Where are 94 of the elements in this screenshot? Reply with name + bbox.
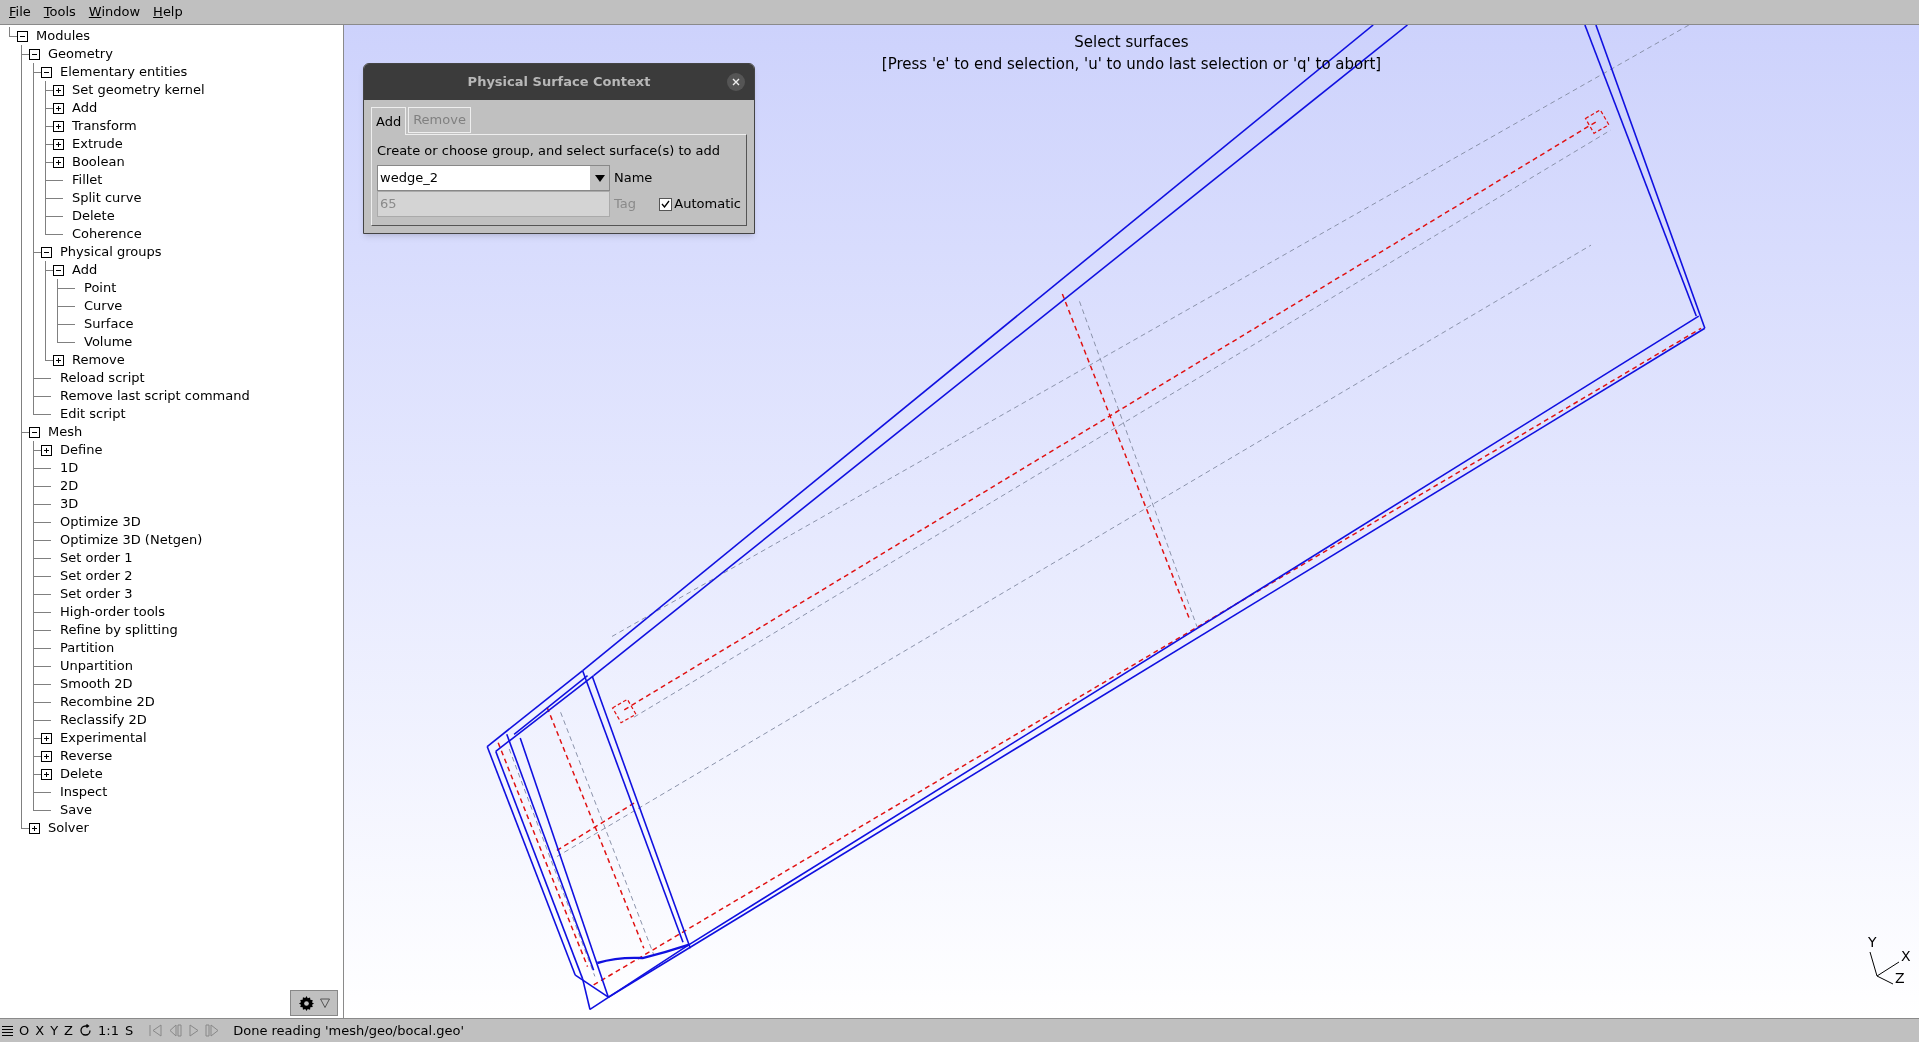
tree-item[interactable]: Set order 3 xyxy=(60,584,133,604)
tree-item[interactable]: Point xyxy=(84,278,117,298)
tree-item[interactable]: Delete xyxy=(72,206,115,226)
tree-item[interactable]: Extrude xyxy=(72,134,123,154)
name-combo-box[interactable]: wedge_2 xyxy=(377,165,610,191)
tree-item[interactable]: Transform xyxy=(72,116,137,136)
checkbox[interactable] xyxy=(659,197,673,211)
tree-item[interactable]: 2D xyxy=(60,476,79,496)
tree-item[interactable]: Experimental xyxy=(60,728,147,748)
tree-item[interactable]: Elementary entities xyxy=(60,62,188,82)
tree-item[interactable]: Remove last script command xyxy=(60,386,250,406)
expand-toggle[interactable] xyxy=(41,750,52,762)
gear-icon xyxy=(298,995,314,1011)
view-button[interactable]: Y xyxy=(50,1020,59,1041)
expand-toggle[interactable] xyxy=(29,426,40,438)
menu-item[interactable]: Help xyxy=(149,2,187,22)
tree-item[interactable]: Mesh xyxy=(48,422,83,442)
menu-icon[interactable] xyxy=(2,1024,13,1037)
axis-label: X xyxy=(1901,947,1911,966)
expand-toggle[interactable] xyxy=(53,156,64,168)
tree-item[interactable]: Partition xyxy=(60,638,115,658)
tree-item[interactable]: Fillet xyxy=(72,170,103,190)
tree-item[interactable]: Save xyxy=(60,800,92,820)
view-button[interactable]: S xyxy=(124,1020,134,1041)
expand-toggle[interactable] xyxy=(41,444,52,456)
menu-item[interactable]: Window xyxy=(84,2,145,22)
dropdown-button[interactable] xyxy=(590,166,609,190)
view-button[interactable]: 1:1 xyxy=(98,1020,119,1041)
view-button[interactable]: X xyxy=(35,1020,45,1041)
tree-item[interactable]: Set geometry kernel xyxy=(72,80,205,100)
tree-item[interactable]: Modules xyxy=(36,26,91,46)
axis-label: Y xyxy=(1868,933,1877,952)
expand-toggle[interactable] xyxy=(29,48,40,60)
expand-toggle[interactable] xyxy=(53,264,64,276)
tree-item[interactable]: Set order 2 xyxy=(60,566,133,586)
dialog-tab[interactable]: Add xyxy=(371,107,407,135)
close-icon xyxy=(732,78,740,86)
field-label: Name xyxy=(614,169,653,188)
expand-toggle[interactable] xyxy=(41,246,52,258)
tree-item[interactable]: Reclassify 2D xyxy=(60,710,147,730)
checkbox-label: Automatic xyxy=(674,195,741,214)
tree-item[interactable]: Surface xyxy=(84,314,134,334)
tree-item[interactable]: Reload script xyxy=(60,368,145,388)
expand-toggle[interactable] xyxy=(41,732,52,744)
tree-item[interactable]: Define xyxy=(60,440,103,460)
menu-item[interactable]: Tools xyxy=(39,2,80,22)
check-icon xyxy=(661,200,671,208)
tree-item[interactable]: Set order 1 xyxy=(60,548,133,568)
tree-item[interactable]: Split curve xyxy=(72,188,142,208)
settings-button[interactable] xyxy=(290,990,338,1016)
tree-item[interactable]: Boolean xyxy=(72,152,125,172)
axis-label: Z xyxy=(1895,969,1905,988)
menu-item[interactable]: File xyxy=(5,2,35,22)
selection-message: Select surfaces xyxy=(1074,32,1189,53)
tree-item[interactable]: Unpartition xyxy=(60,656,133,676)
close-button[interactable] xyxy=(727,73,745,91)
tree-item[interactable]: Reverse xyxy=(60,746,113,766)
expand-toggle[interactable] xyxy=(41,768,52,780)
tree-item[interactable]: Refine by splitting xyxy=(60,620,178,640)
tree-item[interactable]: 1D xyxy=(60,458,79,478)
tree-item[interactable]: Inspect xyxy=(60,782,108,802)
tree-item[interactable]: Smooth 2D xyxy=(60,674,133,694)
expand-toggle[interactable] xyxy=(29,822,40,834)
expand-toggle[interactable] xyxy=(53,354,64,366)
tree-item[interactable]: Curve xyxy=(84,296,123,316)
tree-item[interactable]: Optimize 3D (Netgen) xyxy=(60,530,203,550)
tree-item[interactable]: Optimize 3D xyxy=(60,512,141,532)
view-button[interactable]: Z xyxy=(64,1020,73,1041)
expand-toggle[interactable] xyxy=(53,84,64,96)
view-button[interactable]: O xyxy=(19,1020,30,1041)
rotate-icon[interactable] xyxy=(79,1024,92,1037)
tree-item[interactable]: Volume xyxy=(84,332,133,352)
instruction-text: Create or choose group, and select surface(s) to add xyxy=(377,141,722,160)
triangle-down-icon xyxy=(319,998,330,1008)
tree-item[interactable]: Coherence xyxy=(72,224,142,244)
expand-toggle[interactable] xyxy=(53,138,64,150)
tree-item[interactable]: Geometry xyxy=(48,44,113,64)
tree-item[interactable]: Add xyxy=(72,260,98,280)
status-message: Done reading 'mesh/geo/bocal.geo' xyxy=(233,1021,465,1040)
tree-item[interactable]: High-order tools xyxy=(60,602,165,622)
expand-toggle[interactable] xyxy=(53,102,64,114)
tree-item[interactable]: Add xyxy=(72,98,98,118)
dialog-title: Physical Surface Context xyxy=(467,73,651,92)
tree-item[interactable]: Remove xyxy=(72,350,125,370)
expand-toggle[interactable] xyxy=(17,30,28,42)
tree-item[interactable]: Edit script xyxy=(60,404,126,424)
tree-item[interactable]: Physical groups xyxy=(60,242,162,262)
tree-item[interactable]: 3D xyxy=(60,494,79,514)
expand-toggle[interactable] xyxy=(53,120,64,132)
caret-icon xyxy=(594,174,605,182)
expand-toggle[interactable] xyxy=(41,66,52,78)
tree-item[interactable]: Delete xyxy=(60,764,103,784)
tree-item[interactable]: Recombine 2D xyxy=(60,692,155,712)
tree-item[interactable]: Solver xyxy=(48,818,89,838)
